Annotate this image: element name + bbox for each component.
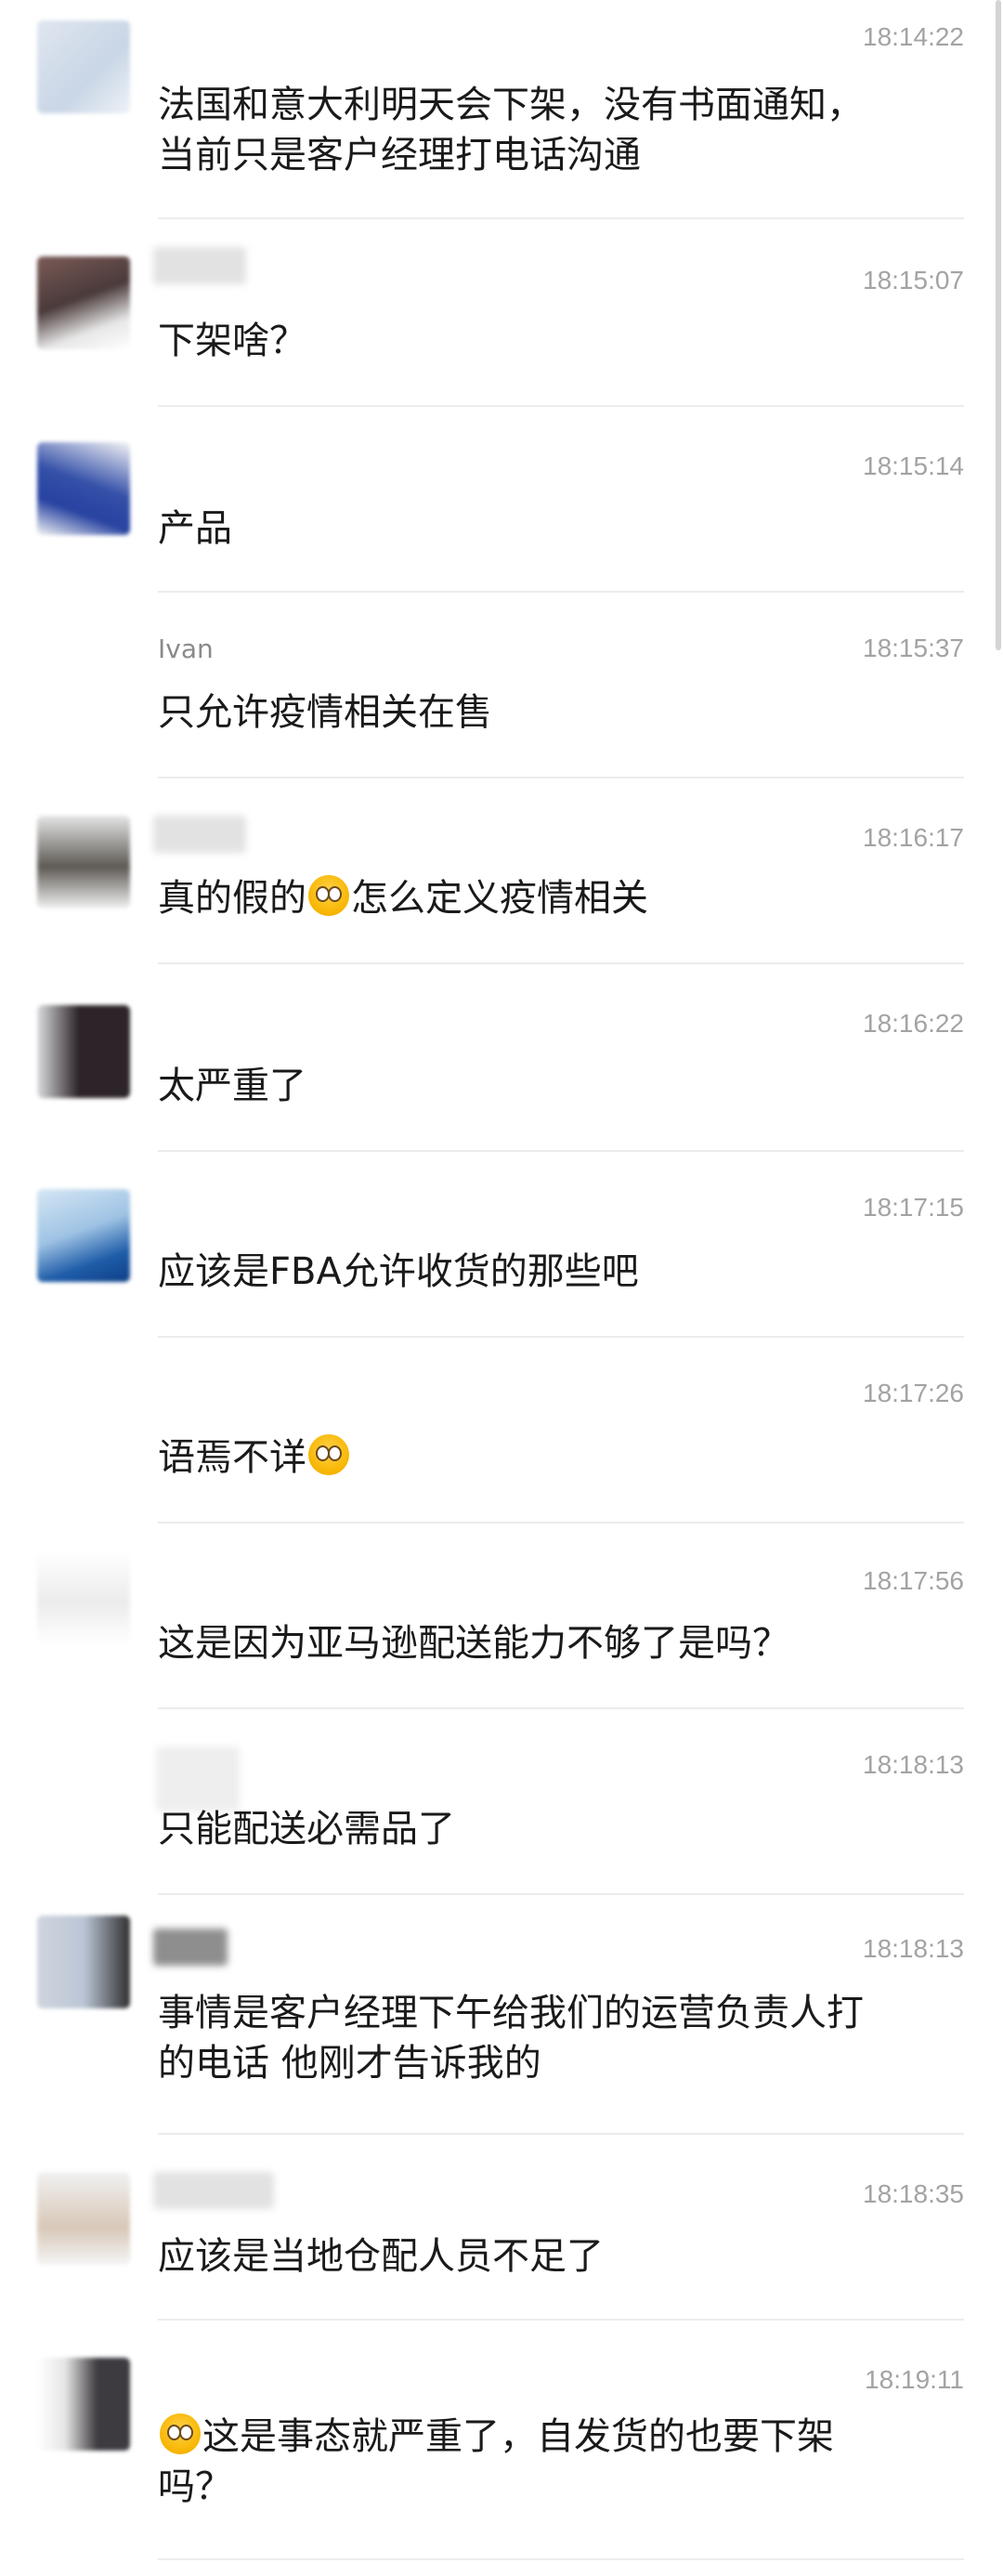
message-text: 只允许疫情相关在售 xyxy=(158,687,957,738)
message-line: 只能配送必需品了 xyxy=(158,1808,455,1850)
avatar[interactable] xyxy=(37,256,130,349)
sender-name xyxy=(153,1929,228,1966)
message-line: 怎么定义疫情相关 xyxy=(351,877,648,920)
avatar[interactable] xyxy=(37,816,130,909)
message-line: 事情是客户经理下午给我们的运营负责人打 xyxy=(158,1992,864,2034)
message-divider xyxy=(158,1522,964,1523)
flushed-face-emoji-icon xyxy=(160,2413,201,2454)
avatar[interactable] xyxy=(37,2172,130,2265)
message-divider xyxy=(158,2558,964,2560)
message-line: 法国和意大利明天会下架，没有书面通知， xyxy=(158,84,864,126)
message-divider xyxy=(158,591,964,593)
sender-name xyxy=(156,1746,240,1811)
message-line: 当前只是客户经理打电话沟通 xyxy=(158,134,641,177)
message-text: 只能配送必需品了 xyxy=(158,1804,957,1854)
message-divider xyxy=(158,2319,964,2321)
message-line: 只允许疫情相关在售 xyxy=(158,691,492,734)
chat-message-list[interactable]: 18:14:22 法国和意大利明天会下架，没有书面通知， 当前只是客户经理打电话… xyxy=(0,0,1003,2576)
scrollbar[interactable] xyxy=(996,0,1001,650)
message-time: 18:17:15 xyxy=(863,1193,964,1222)
flushed-face-emoji-icon xyxy=(308,1434,349,1475)
message-time: 18:17:56 xyxy=(863,1566,964,1595)
message-line: 应该是FBA允许收货的那些吧 xyxy=(158,1250,639,1293)
message-time: 18:16:17 xyxy=(863,823,964,852)
message-time: 18:18:35 xyxy=(863,2179,964,2208)
message-text: 产品 xyxy=(158,503,957,554)
avatar[interactable] xyxy=(37,1551,130,1644)
avatar[interactable] xyxy=(37,2358,130,2451)
message-time: 18:17:26 xyxy=(863,1379,964,1407)
message-time: 18:14:22 xyxy=(863,22,964,51)
message-divider xyxy=(158,217,964,219)
message-text: 太严重了 xyxy=(158,1061,957,1111)
sender-name xyxy=(153,816,246,853)
message-text: 语焉不详 xyxy=(158,1432,957,1483)
message-line: 这是因为亚马逊配送能力不够了是吗？ xyxy=(158,1622,789,1665)
message-text: 事情是客户经理下午给我们的运营负责人打 的电话 他刚才告诉我的 xyxy=(158,1988,957,2088)
message-line: 真的假的 xyxy=(158,877,306,920)
message-line: 下架啥？ xyxy=(158,320,306,362)
avatar[interactable] xyxy=(37,1005,130,1098)
message-text: 法国和意大利明天会下架，没有书面通知， 当前只是客户经理打电话沟通 xyxy=(158,80,957,180)
message-divider xyxy=(158,1336,964,1338)
message-divider xyxy=(158,405,964,407)
message-text: 下架啥？ xyxy=(158,316,957,366)
message-divider xyxy=(158,777,964,778)
message-line: 吗？ xyxy=(158,2465,232,2508)
message-time: 18:18:13 xyxy=(863,1750,964,1779)
sender-name: Ivan xyxy=(158,634,214,664)
message-time: 18:18:13 xyxy=(863,1934,964,1963)
message-text: 应该是FBA允许收货的那些吧 xyxy=(158,1247,957,1297)
sender-name xyxy=(153,2172,274,2209)
message-line: 应该是当地仓配人员不足了 xyxy=(158,2235,604,2278)
message-line: 产品 xyxy=(158,507,232,550)
message-line: 太严重了 xyxy=(158,1065,306,1107)
message-divider xyxy=(158,1893,964,1895)
message-text: 真的假的 怎么定义疫情相关 xyxy=(158,873,957,923)
message-divider xyxy=(158,1150,964,1152)
avatar[interactable] xyxy=(37,1916,130,2008)
avatar[interactable] xyxy=(37,442,130,535)
message-divider xyxy=(158,962,964,964)
message-time: 18:19:11 xyxy=(865,2365,964,2394)
message-line: 这是事态就严重了，自发货的也要下架 xyxy=(202,2415,834,2458)
message-line: 的电话 他刚才告诉我的 xyxy=(158,2042,541,2085)
message-time: 18:15:07 xyxy=(863,266,964,294)
message-line: 语焉不详 xyxy=(158,1436,306,1479)
avatar[interactable] xyxy=(37,1189,130,1282)
message-text: 这是事态就严重了，自发货的也要下架 吗？ xyxy=(158,2412,957,2512)
message-divider xyxy=(158,2133,964,2135)
message-text: 应该是当地仓配人员不足了 xyxy=(158,2231,957,2282)
flushed-face-emoji-icon xyxy=(308,875,349,916)
message-time: 18:15:14 xyxy=(863,451,964,480)
message-divider xyxy=(158,1707,964,1709)
message-time: 18:15:37 xyxy=(863,634,964,662)
sender-name xyxy=(153,247,246,284)
message-text: 这是因为亚马逊配送能力不够了是吗？ xyxy=(158,1618,957,1668)
avatar[interactable] xyxy=(37,20,130,113)
message-time: 18:16:22 xyxy=(863,1009,964,1038)
